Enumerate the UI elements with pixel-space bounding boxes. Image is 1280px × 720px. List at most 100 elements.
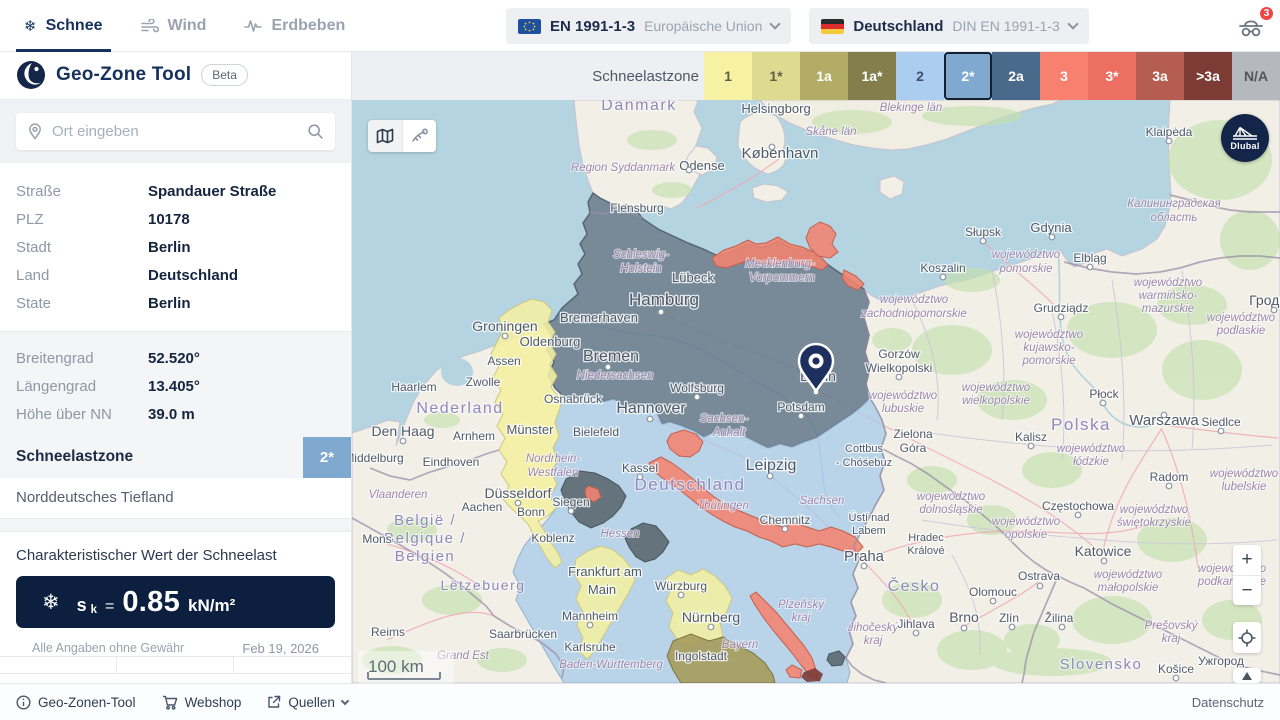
map-label: Hamburg — [629, 290, 699, 309]
map-label: Anhalt — [712, 427, 746, 439]
map-label: Słupsk — [965, 225, 1002, 239]
city-marker — [1101, 558, 1107, 564]
footer-link-label: Quellen — [288, 695, 335, 710]
eu-standard-select[interactable]: EN 1991-1-3 Europäische Union — [506, 8, 791, 44]
legend-zone-2*[interactable]: 2* — [944, 52, 992, 100]
city-marker — [658, 309, 664, 315]
city-marker — [605, 364, 611, 370]
map-label: podlaskie — [1216, 325, 1266, 337]
map-canvas[interactable]: Region SyddanmarkSchleswig-HolsteinMeckl… — [352, 100, 1280, 683]
germany-flag-icon — [821, 19, 844, 34]
measure-button[interactable] — [402, 120, 436, 152]
legend-zone-1[interactable]: 1 — [704, 52, 752, 100]
map-label: Arnhem — [453, 429, 495, 443]
divider — [0, 518, 351, 532]
map-label: Prešovský — [1144, 620, 1198, 632]
map-label: województwo — [992, 249, 1061, 261]
map-label: Ingolstadt — [675, 649, 728, 663]
map-label: Zielona — [893, 427, 933, 441]
map-label: область — [1151, 212, 1198, 224]
map-label: Ostrava — [1018, 569, 1060, 583]
map-label: Nürnberg — [682, 609, 740, 625]
compass-icon — [1242, 672, 1252, 680]
map-label: Chemnitz — [760, 513, 811, 527]
map-label: Kalisz — [1015, 430, 1047, 444]
map-label: Slovensko — [1060, 656, 1143, 673]
snow-load-section: Charakteristischer Wert der Schneelast ❄… — [0, 532, 351, 656]
privacy-link[interactable]: Datenschutz — [1192, 695, 1264, 710]
map-label: Ужгород — [1198, 654, 1244, 668]
map-label: Brno — [949, 609, 979, 625]
map-label: Lübeck — [672, 270, 714, 285]
table-cell — [0, 657, 117, 674]
legend-zone->3a[interactable]: >3a — [1184, 52, 1232, 100]
compass-button[interactable] — [1233, 668, 1261, 683]
info-label: State — [16, 295, 148, 312]
map-label: Leipzig — [746, 457, 797, 474]
map-label: Vorpommern — [749, 272, 815, 284]
legend-cells: 11*1a1a*22*2a33*3a>3aN/A — [704, 52, 1280, 100]
info-label: Straße — [16, 183, 148, 200]
locate-button[interactable] — [1233, 622, 1261, 653]
map-label: Bremen — [583, 348, 639, 365]
map-label: kraj — [792, 612, 811, 624]
map-label: Assen — [487, 354, 520, 368]
map-label: Thüringen — [697, 500, 749, 512]
footer-link-webshop[interactable]: Webshop — [162, 695, 242, 710]
map-column: Schneelastzone 11*1a1a*22*2a33*3a>3aN/A — [352, 52, 1280, 683]
city-marker — [896, 374, 902, 380]
legend-zone-3[interactable]: 3 — [1040, 52, 1088, 100]
country-select[interactable]: Deutschland DIN EN 1991-1-3 — [809, 8, 1088, 44]
country-standard: DIN EN 1991-1-3 — [952, 18, 1059, 34]
map-label: Karlsruhe — [564, 640, 616, 654]
search-icon[interactable] — [307, 123, 324, 145]
map-label: Nederland — [416, 400, 503, 417]
search-input[interactable] — [16, 123, 335, 140]
map-label: Würzburg — [655, 579, 707, 593]
city-marker — [708, 624, 714, 630]
map-label: Sachsen- — [700, 413, 749, 425]
info-label: Höhe über NN — [16, 406, 148, 423]
map-label: Klaipėda — [1146, 125, 1193, 139]
legend-zone-N/A[interactable]: N/A — [1232, 52, 1280, 100]
chevron-down-icon — [341, 697, 349, 705]
city-marker — [1059, 624, 1065, 630]
legend-zone-2[interactable]: 2 — [896, 52, 944, 100]
dlubal-logo[interactable]: Dlubal — [1221, 114, 1269, 162]
zoom-out-button[interactable]: − — [1233, 575, 1261, 605]
map-label: Belgique / — [384, 530, 466, 547]
tab-erdbeben[interactable]: Erdbeben — [244, 0, 345, 52]
zoom-in-button[interactable]: + — [1233, 545, 1261, 575]
legend-zone-3a[interactable]: 3a — [1136, 52, 1184, 100]
city-marker — [1028, 443, 1034, 449]
footer-link-quellen[interactable]: Quellen — [267, 695, 348, 710]
legend-zone-1a[interactable]: 1a — [800, 52, 848, 100]
date-label: Feb 19, 2026 — [242, 641, 319, 656]
footer-link-geozonentool[interactable]: Geo-Zonen-Tool — [16, 695, 136, 710]
legend-zone-1*[interactable]: 1* — [752, 52, 800, 100]
legend-zone-1a*[interactable]: 1a* — [848, 52, 896, 100]
map-label: Lëtzebuerg — [440, 577, 525, 593]
legend-zone-2a[interactable]: 2a — [992, 52, 1040, 100]
legend-zone-3*[interactable]: 3* — [1088, 52, 1136, 100]
map-layer-button[interactable] — [368, 120, 402, 152]
map-label: Westfalen — [528, 467, 579, 479]
map-label: Reims — [371, 625, 405, 639]
sidebar: Geo-Zone Tool Beta — [0, 52, 352, 683]
formula-equals: = — [105, 598, 114, 616]
account-button[interactable]: 3 — [1237, 14, 1267, 41]
map-label: Vlaanderen — [369, 489, 428, 501]
map-label: warmińsko- — [1139, 290, 1198, 302]
map-label: Bremerhaven — [560, 310, 638, 325]
map-label: Bonn — [517, 505, 545, 519]
city-marker — [515, 500, 521, 506]
map-label: België / — [394, 512, 456, 529]
main-tabs: ❄ Schnee Wind Erdbeben — [24, 0, 345, 52]
map-label: Region Syddanmark — [571, 162, 676, 174]
info-icon — [16, 695, 31, 710]
map-label: Baden-Württemberg — [559, 659, 663, 671]
city-marker — [400, 438, 406, 444]
chevron-down-icon — [770, 18, 781, 29]
tab-wind[interactable]: Wind — [141, 0, 207, 52]
tab-schnee[interactable]: ❄ Schnee — [24, 0, 103, 52]
